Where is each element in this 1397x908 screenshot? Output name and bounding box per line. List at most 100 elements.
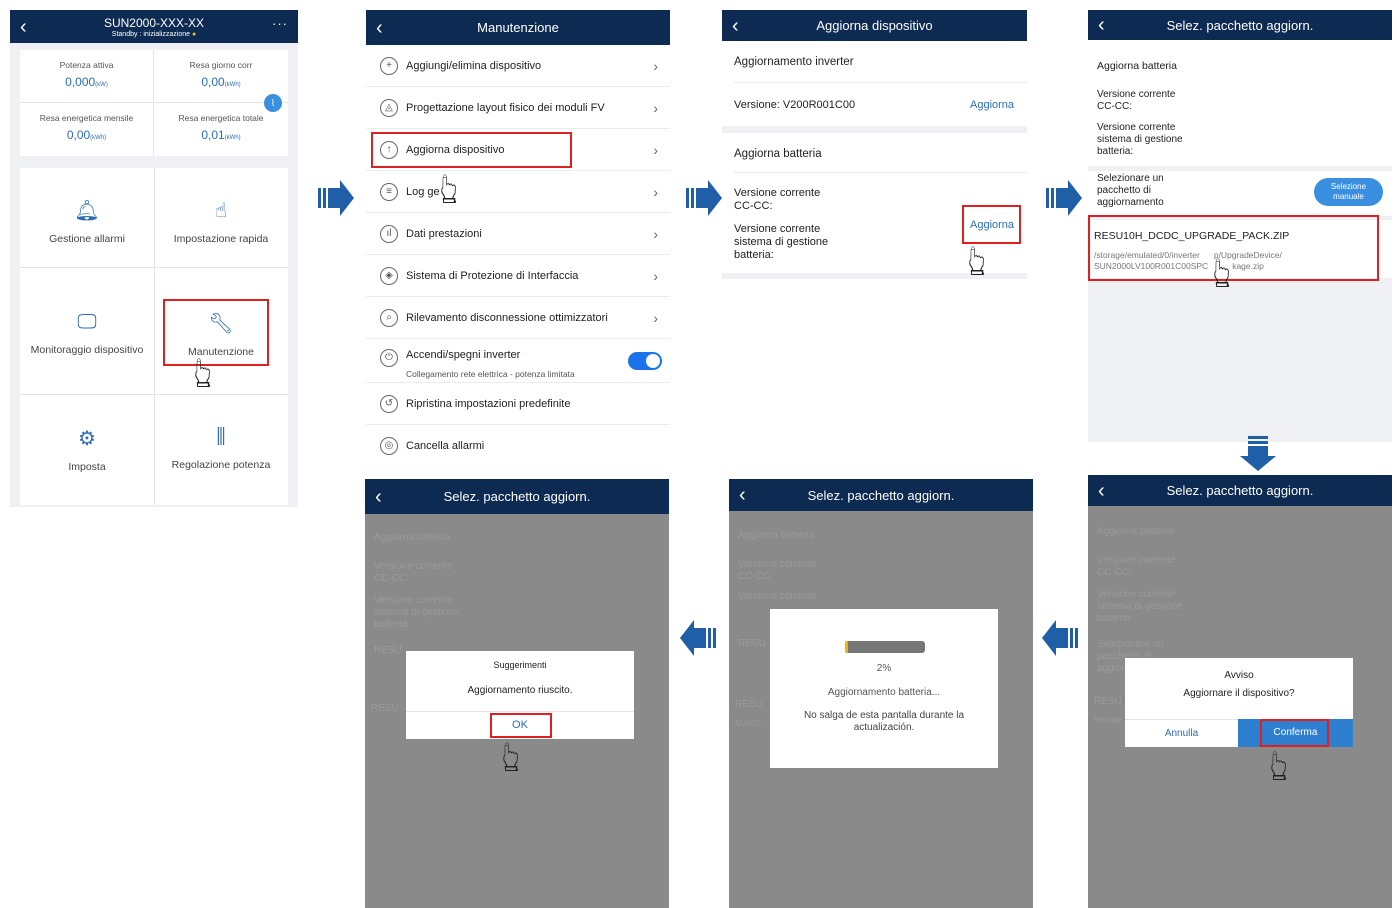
back-icon[interactable]: ‹	[376, 18, 383, 38]
dcdc-version: Versione corrente CC-CC:	[1097, 89, 1176, 112]
header-bar: ‹ Aggiorna dispositivo	[722, 10, 1027, 41]
chevron-right-icon: ›	[653, 309, 658, 326]
header-bar: ‹ Selez. pacchetto aggiorn.	[365, 479, 669, 514]
menu-inverter-power[interactable]: ⏻ Accendi/spegni inverter Collegamento ret…	[366, 339, 670, 383]
dcdc-version: Versione corrente CC-CC:	[734, 187, 821, 213]
screen-title: Selez. pacchetto aggiorn.	[1166, 17, 1314, 33]
progress-bar	[845, 641, 925, 653]
bg-battery-section: Aggiorna batteria	[374, 532, 451, 543]
bg-bms: Versione corrente sistema di gestione ba…	[374, 595, 460, 630]
menu-pv-layout[interactable]: ◬ Progettazione layout fisico dei moduli …	[366, 87, 670, 129]
header-bar: ‹ Selez. pacchetto aggiorn.	[1088, 10, 1392, 40]
menu-performance-data[interactable]: ıl Dati prestazioni ›	[366, 213, 670, 255]
back-icon[interactable]: ‹	[739, 485, 746, 505]
back-icon[interactable]: ‹	[732, 16, 739, 36]
stat-value: 0,00(kWh)	[66, 128, 107, 142]
bg-battery-section: Aggiorna batteria	[1097, 526, 1174, 537]
highlight-ok	[490, 713, 552, 738]
upgrade-progress-screen: ‹ Selez. pacchetto aggiorn. Aggiorna bat…	[729, 479, 1033, 908]
inverter-update-link[interactable]: Aggiorna	[970, 99, 1014, 111]
progress-percent: 2%	[876, 663, 892, 674]
bg-sun: SUN20	[735, 719, 761, 728]
stat-label: Resa giorno corr	[189, 60, 253, 70]
bg-resu: RESU	[738, 638, 766, 649]
bg-dcdc: Versione corrente CC-CC:	[738, 559, 817, 582]
dialog-title: Avviso	[1224, 670, 1254, 681]
screen-title: Manutenzione	[477, 20, 559, 35]
stat-value: 0,00(kWh)	[201, 75, 241, 89]
chevron-right-icon: ›	[653, 57, 658, 74]
menu-clear-alarms[interactable]: ◎ Cancella allarmi	[366, 425, 670, 467]
bg-dcdc: Versione corrente CC-CC:	[374, 561, 453, 584]
select-package-label: Selezionare un pacchetto di aggiornament…	[1097, 173, 1164, 208]
layout-icon: ◬	[380, 98, 398, 117]
bg-resu: RESU	[374, 645, 402, 656]
procedure-illustration: ‹ SUN2000-XXX-XX Standby : inizializzazi…	[0, 0, 1397, 908]
arrow-right-icon	[1046, 180, 1082, 216]
bg-bms: Versione corrente sistema di gestione ba…	[1097, 589, 1183, 624]
tile-device-monitoring[interactable]: 🖵︎ Monitoraggio dispositivo	[20, 311, 154, 356]
bg-bms: Versione corrente	[738, 591, 817, 602]
back-icon[interactable]: ‹	[1098, 15, 1105, 35]
menu-logs[interactable]: ≡ Log ge ›	[366, 171, 670, 213]
tap-hand-icon: 👆︎	[1213, 249, 1232, 296]
tile-quick-settings[interactable]: ☝︎ Impostazione rapida	[154, 198, 288, 245]
menu-restore-defaults[interactable]: ↺ Ripristina impostazioni predefinite	[366, 383, 670, 425]
back-icon[interactable]: ‹	[1098, 481, 1105, 501]
chevron-right-icon: ›	[653, 225, 658, 242]
tile-alarm-management[interactable]: 🔔︎ Gestione allarmi	[20, 198, 154, 245]
menu-add-remove-device[interactable]: + Aggiungi/elimina dispositivo ›	[366, 45, 670, 87]
menu-subtitle: Collegamento rete elettrica - potenza li…	[406, 369, 575, 379]
screen-title: Selez. pacchetto aggiorn.	[443, 489, 591, 504]
arrow-right-icon	[318, 180, 354, 216]
stat-value: 0,01(kWh)	[201, 128, 241, 142]
header-bar: ‹ Selez. pacchetto aggiorn.	[729, 479, 1033, 511]
manual-select-button[interactable]: Selezione manuale	[1314, 178, 1383, 206]
progress-dialog: 2% Aggiornamento batteria... No salga de…	[770, 609, 998, 768]
stat-label: Potenza attiva	[59, 60, 114, 70]
highlight-maintenance	[163, 299, 269, 366]
stat-monthly-yield: Resa energetica mensile 0,00(kWh)	[20, 103, 154, 156]
stat-label: Resa energetica totale	[178, 113, 264, 123]
device-status: Standby : inizializzazione ●	[111, 30, 197, 38]
bg-battery-section: Aggiorna batteria	[738, 530, 815, 541]
bg-resu-2: RESU	[371, 703, 399, 714]
stat-active-power: Potenza attiva 0,000(kW)	[20, 50, 154, 103]
bms-version: Versione corrente sistema di gestione ba…	[734, 223, 829, 262]
inverter-version: Versione: V200R001C00	[734, 99, 856, 111]
dialog-message: Aggiornare il dispositivo?	[1183, 688, 1295, 699]
battery-section-title: Aggiorna batteria	[734, 148, 822, 160]
chevron-right-icon: ›	[653, 141, 658, 158]
back-icon[interactable]: ‹	[20, 17, 27, 37]
highlight-device-upgrade	[371, 132, 572, 168]
menu-interface-protection[interactable]: ◈ Sistema di Protezione di Interfaccia ›	[366, 255, 670, 297]
screen-title: Aggiorna dispositivo	[816, 18, 933, 33]
bg-storage: /storage	[1094, 715, 1123, 724]
gear-icon: ⚙︎	[78, 428, 96, 450]
progress-warning: No salga de esta pantalla durante la act…	[803, 710, 965, 733]
tap-hand-icon: 👆︎	[968, 237, 987, 284]
trend-chart-icon[interactable]: ⌇	[264, 94, 282, 112]
progress-status: Aggiornamento batteria...	[827, 687, 941, 698]
more-icon[interactable]: ···	[272, 16, 288, 31]
highlight-package	[1088, 215, 1379, 281]
dialog-title: Suggerimenti	[493, 660, 547, 670]
cancel-button[interactable]: Annulla	[1125, 719, 1238, 747]
inverter-toggle[interactable]	[628, 352, 662, 370]
bg-resu-2: RESU	[735, 699, 763, 710]
power-icon: ⏻	[380, 349, 398, 367]
bell-icon: 🔔︎	[74, 200, 100, 222]
arrow-left-icon	[1042, 620, 1078, 656]
menu-optimizer-disconnection[interactable]: ⌕ Rilevamento disconnessione ottimizzator…	[366, 297, 670, 339]
tile-power-adjustment[interactable]: ⫼ Regolazione potenza	[154, 426, 288, 471]
log-icon: ≡	[380, 182, 398, 201]
tile-settings[interactable]: ⚙︎ Imposta	[20, 426, 154, 473]
sliders-icon: ⫼	[216, 426, 226, 448]
back-icon[interactable]: ‹	[375, 487, 382, 507]
dialog-message: Aggiornamento riuscito.	[467, 685, 573, 696]
device-home-screen: ‹ SUN2000-XXX-XX Standby : inizializzazi…	[10, 10, 298, 507]
inverter-section-title: Aggiornamento inverter	[734, 56, 854, 68]
bell-icon: ◎	[380, 437, 398, 455]
screen-title: Selez. pacchetto aggiorn.	[1166, 483, 1314, 498]
touch-icon: ☝︎	[214, 200, 228, 222]
